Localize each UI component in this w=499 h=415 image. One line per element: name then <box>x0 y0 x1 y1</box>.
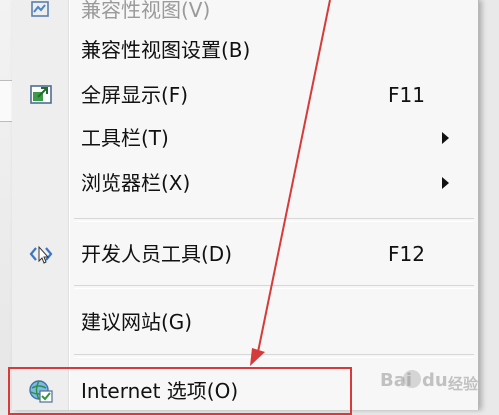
annotation-arrow <box>250 0 331 366</box>
baidu-watermark: Bai du 经验 <box>378 364 494 398</box>
paw-icon <box>403 370 421 388</box>
watermark-text: 经验 <box>448 375 479 393</box>
watermark-text: du <box>422 370 448 391</box>
